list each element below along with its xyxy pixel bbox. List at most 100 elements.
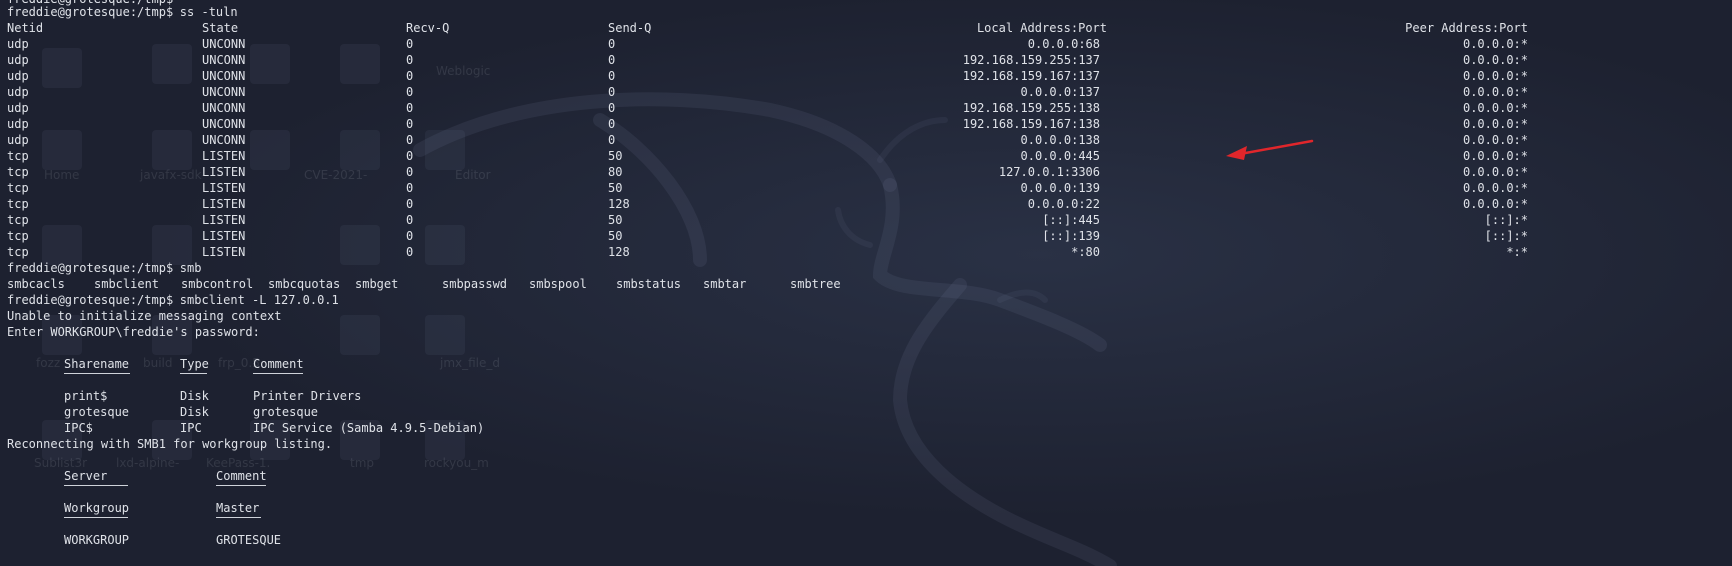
- netid: tcp: [7, 213, 29, 227]
- server-header: Comment: [216, 469, 267, 483]
- desktop-file-icon: [425, 315, 465, 355]
- local-address: [::]:445: [1042, 213, 1100, 227]
- peer-address: 0.0.0.0:*: [1462, 149, 1528, 163]
- state: LISTEN: [202, 181, 246, 195]
- column-header: Peer Address:Port: [1405, 21, 1528, 35]
- desktop-file-icon: [152, 130, 192, 170]
- header-underline: [216, 517, 261, 518]
- state: UNCONN: [202, 37, 246, 51]
- desktop-file-label: Home: [44, 168, 80, 182]
- local-address: [::]:139: [1042, 229, 1100, 243]
- peer-address: 0.0.0.0:*: [1462, 181, 1528, 195]
- header-underline: [64, 485, 128, 486]
- prompt: freddie@grotesque:/tmp$: [7, 293, 174, 307]
- recv-q: 0: [406, 85, 414, 99]
- local-address: 192.168.159.255:137: [962, 53, 1100, 67]
- desktop-file-label: javafx-sdk-: [140, 168, 206, 182]
- desktop-file-label: fozz: [36, 356, 61, 370]
- send-q: 128: [608, 197, 630, 211]
- completion-item: smbcquotas: [268, 277, 341, 291]
- state: UNCONN: [202, 69, 246, 83]
- workgroup-name: WORKGROUP: [64, 533, 130, 547]
- desktop-file-label: jmx_file_d: [440, 356, 501, 370]
- netid: udp: [7, 101, 29, 115]
- desktop-file-icon: [250, 130, 290, 170]
- local-address: 127.0.0.1:3306: [998, 165, 1100, 179]
- recv-q: 0: [406, 213, 414, 227]
- recv-q: 0: [406, 229, 414, 243]
- recv-q: 0: [406, 101, 414, 115]
- desktop-file-icon: [152, 44, 192, 84]
- local-address: 0.0.0.0:138: [1020, 133, 1100, 147]
- netid: udp: [7, 85, 29, 99]
- desktop-file-label: Weblogic: [436, 64, 491, 78]
- netid: tcp: [7, 197, 29, 211]
- recv-q: 0: [406, 37, 414, 51]
- completion-item: smbtar: [703, 277, 747, 291]
- state: UNCONN: [202, 85, 246, 99]
- share-type: Disk: [180, 389, 209, 403]
- peer-address: [::]:*: [1484, 213, 1528, 227]
- local-address: 0.0.0.0:68: [1027, 37, 1100, 51]
- netid: tcp: [7, 149, 29, 163]
- desktop-file-icon: [42, 130, 82, 170]
- send-q: 0: [608, 133, 616, 147]
- peer-address: 0.0.0.0:*: [1462, 133, 1528, 147]
- desktop-file-icon: [250, 44, 290, 84]
- state: UNCONN: [202, 101, 246, 115]
- share-comment: grotesque: [253, 405, 319, 419]
- netid: udp: [7, 69, 29, 83]
- recv-q: 0: [406, 133, 414, 147]
- peer-address: 0.0.0.0:*: [1462, 37, 1528, 51]
- peer-address: 0.0.0.0:*: [1462, 101, 1528, 115]
- desktop-file-icon: [340, 315, 380, 355]
- share-comment: IPC Service (Samba 4.9.5-Debian): [253, 421, 485, 435]
- local-address: *:80: [1071, 245, 1100, 259]
- peer-address: 0.0.0.0:*: [1462, 69, 1528, 83]
- desktop-file-icon: [340, 225, 380, 265]
- workgroup-header: Master: [216, 501, 260, 515]
- share-header: Type: [180, 357, 209, 371]
- share-comment: Printer Drivers: [253, 389, 362, 403]
- state: LISTEN: [202, 165, 246, 179]
- share-name: IPC$: [64, 421, 93, 435]
- header-underline: [253, 373, 303, 374]
- peer-address: 0.0.0.0:*: [1462, 117, 1528, 131]
- local-address: 0.0.0.0:445: [1020, 149, 1100, 163]
- send-q: 0: [608, 69, 616, 83]
- share-header: Sharename: [64, 357, 130, 371]
- netid: udp: [7, 133, 29, 147]
- recv-q: 0: [406, 117, 414, 131]
- desktop-file-icon: [152, 225, 192, 265]
- completion-item: smbtree: [790, 277, 841, 291]
- state: LISTEN: [202, 213, 246, 227]
- column-header: Send-Q: [608, 21, 652, 35]
- completion-item: smbpasswd: [442, 277, 508, 291]
- peer-address: 0.0.0.0:*: [1462, 53, 1528, 67]
- recv-q: 0: [406, 53, 414, 67]
- desktop-file-label: CVE-2021-: [304, 168, 368, 182]
- netid: tcp: [7, 165, 29, 179]
- workgroup-master: GROTESQUE: [216, 533, 282, 547]
- prompt: freddie@grotesque:/tmp$: [7, 261, 174, 275]
- send-q: 0: [608, 117, 616, 131]
- peer-address: 0.0.0.0:*: [1462, 165, 1528, 179]
- terminal-window[interactable]: Home javafx-sdk- CVE-2021- Editor fozz build f…: [0, 0, 1732, 566]
- netid: udp: [7, 53, 29, 67]
- send-q: 50: [608, 213, 623, 227]
- desktop-file-icon: [42, 225, 82, 265]
- send-q: 80: [608, 165, 623, 179]
- recv-q: 0: [406, 197, 414, 211]
- send-q: 0: [608, 37, 616, 51]
- command-text: smb: [179, 261, 202, 275]
- workgroup-header: Workgroup: [64, 501, 130, 515]
- local-address: 192.168.159.167:137: [962, 69, 1100, 83]
- netid: tcp: [7, 229, 29, 243]
- peer-address: [::]:*: [1484, 229, 1528, 243]
- state: UNCONN: [202, 53, 246, 67]
- netid: udp: [7, 117, 29, 131]
- share-header: Comment: [253, 357, 304, 371]
- send-q: 0: [608, 53, 616, 67]
- recv-q: 0: [406, 165, 414, 179]
- send-q: 50: [608, 181, 623, 195]
